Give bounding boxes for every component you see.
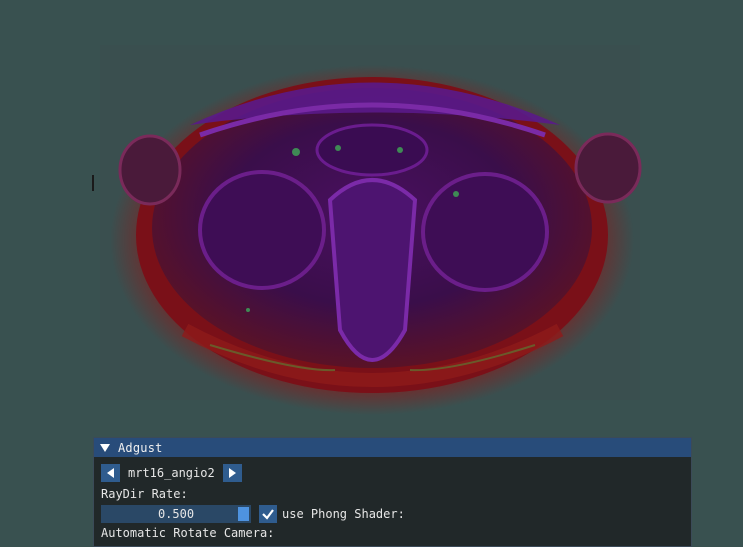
arrow-right-icon bbox=[229, 468, 237, 478]
raydir-value: 0.500 bbox=[157, 507, 195, 521]
autorotate-row: Automatic Rotate Camera: bbox=[101, 526, 274, 540]
phong-label: use Phong Shader: bbox=[282, 507, 405, 521]
autorotate-label: Automatic Rotate Camera: bbox=[101, 526, 275, 540]
slider-row: 0.500 use Phong Shader: bbox=[101, 505, 405, 523]
raydir-slider[interactable]: 0.500 bbox=[101, 505, 251, 523]
dataset-name: mrt16_angio2 bbox=[128, 466, 215, 480]
arrow-left-icon bbox=[106, 468, 114, 478]
adjust-panel: Adgust mrt16_angio2 RayDir Rate: 0.500 u… bbox=[93, 437, 692, 547]
next-dataset-button[interactable] bbox=[222, 464, 242, 482]
phong-checkbox[interactable] bbox=[259, 505, 277, 523]
prev-dataset-button[interactable] bbox=[101, 464, 120, 482]
panel-title: Adgust bbox=[118, 440, 163, 455]
panel-header[interactable]: Adgust bbox=[94, 438, 691, 457]
checkmark-icon bbox=[262, 509, 274, 520]
triangle-down-icon[interactable] bbox=[100, 443, 110, 453]
raydir-label: RayDir Rate: bbox=[101, 487, 188, 501]
dataset-row: mrt16_angio2 bbox=[101, 464, 242, 482]
raydir-row: RayDir Rate: bbox=[101, 487, 188, 501]
